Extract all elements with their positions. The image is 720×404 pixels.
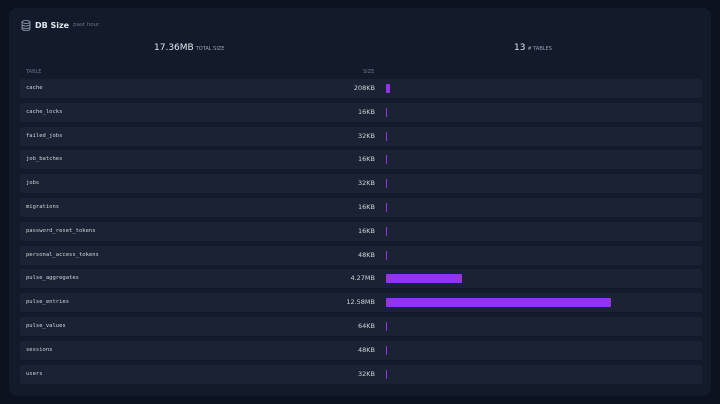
size-bar	[386, 321, 388, 331]
table-row: job_batches 16KB	[20, 150, 702, 170]
table-row: pulse_values 64KB	[20, 316, 702, 336]
table-size: 32KB	[358, 179, 375, 188]
table-row: pulse_aggregates 4.27MB	[20, 269, 702, 289]
size-bar	[386, 84, 390, 93]
table-name: pulse_entries	[26, 299, 70, 306]
table-row: cache_locks 16KB	[20, 102, 702, 122]
table-size: 16KB	[358, 226, 375, 235]
table-name: pulse_aggregates	[26, 275, 79, 282]
db-size-card: DB Size past hour 17.36MB TOTAL SIZE 13 …	[9, 8, 711, 396]
total-size-stat: 17.36MB TOTAL SIZE	[154, 43, 224, 53]
table-size: 48KB	[358, 250, 375, 259]
table-size: 16KB	[358, 202, 375, 211]
table-row: users 32KB	[20, 364, 702, 384]
size-bar	[386, 274, 463, 284]
table-row: failed_jobs 32KB	[20, 126, 702, 146]
table-row: sessions 48KB	[20, 340, 702, 360]
table-name: cache_locks	[26, 108, 63, 115]
table-row: pulse_entries 12.58MB	[20, 293, 702, 313]
table-name: personal_access_tokens	[26, 251, 99, 258]
tables-count-stat: 13 # TABLES	[514, 43, 552, 53]
size-bar	[386, 345, 388, 355]
table-size: 4.27MB	[350, 274, 375, 283]
column-header-table: TABLE	[26, 69, 42, 75]
period-label: past hour	[73, 22, 100, 28]
table-name: password_reset_tokens	[26, 227, 96, 234]
table-size: 32KB	[358, 369, 375, 378]
size-bar	[386, 107, 388, 117]
size-bar	[386, 298, 611, 308]
table-row: migrations 16KB	[20, 197, 702, 217]
table-name: failed_jobs	[26, 132, 63, 139]
size-bar	[386, 369, 388, 379]
table-name: jobs	[26, 180, 40, 187]
total-size-value: 17.36MB	[154, 43, 194, 53]
size-bar	[386, 202, 388, 212]
size-bar	[386, 250, 388, 260]
tables-count-label: # TABLES	[527, 46, 552, 52]
table-row: personal_access_tokens 48KB	[20, 245, 702, 265]
table-size: 208KB	[353, 84, 375, 92]
size-bar	[386, 226, 388, 236]
table-row: jobs 32KB	[20, 174, 702, 194]
size-bar	[386, 155, 388, 165]
table-name: users	[26, 370, 43, 377]
total-size-label: TOTAL SIZE	[195, 46, 225, 52]
database-icon	[21, 19, 31, 31]
table-name: cache	[26, 85, 43, 91]
table-row: cache 208KB	[20, 79, 702, 98]
card-header: DB Size past hour	[21, 19, 99, 31]
table-name: migrations	[26, 203, 60, 210]
tables-count-value: 13	[514, 43, 526, 53]
table-size: 16KB	[358, 107, 375, 116]
table-size: 48KB	[358, 345, 375, 354]
table-name: sessions	[26, 346, 53, 353]
size-bar	[386, 179, 388, 189]
card-title: DB Size	[35, 20, 70, 30]
table-size: 32KB	[358, 131, 375, 140]
table-size: 64KB	[358, 321, 375, 330]
column-header-size: SIZE	[363, 69, 375, 75]
size-bar	[386, 131, 388, 141]
table-list: cache 208KB cache_locks 16KB failed_jobs 32KB…	[20, 79, 702, 388]
table-size: 16KB	[358, 155, 375, 164]
table-name: pulse_values	[26, 322, 66, 329]
table-row: password_reset_tokens 16KB	[20, 221, 702, 241]
table-size: 12.58MB	[346, 298, 375, 307]
table-name: job_batches	[26, 156, 63, 163]
